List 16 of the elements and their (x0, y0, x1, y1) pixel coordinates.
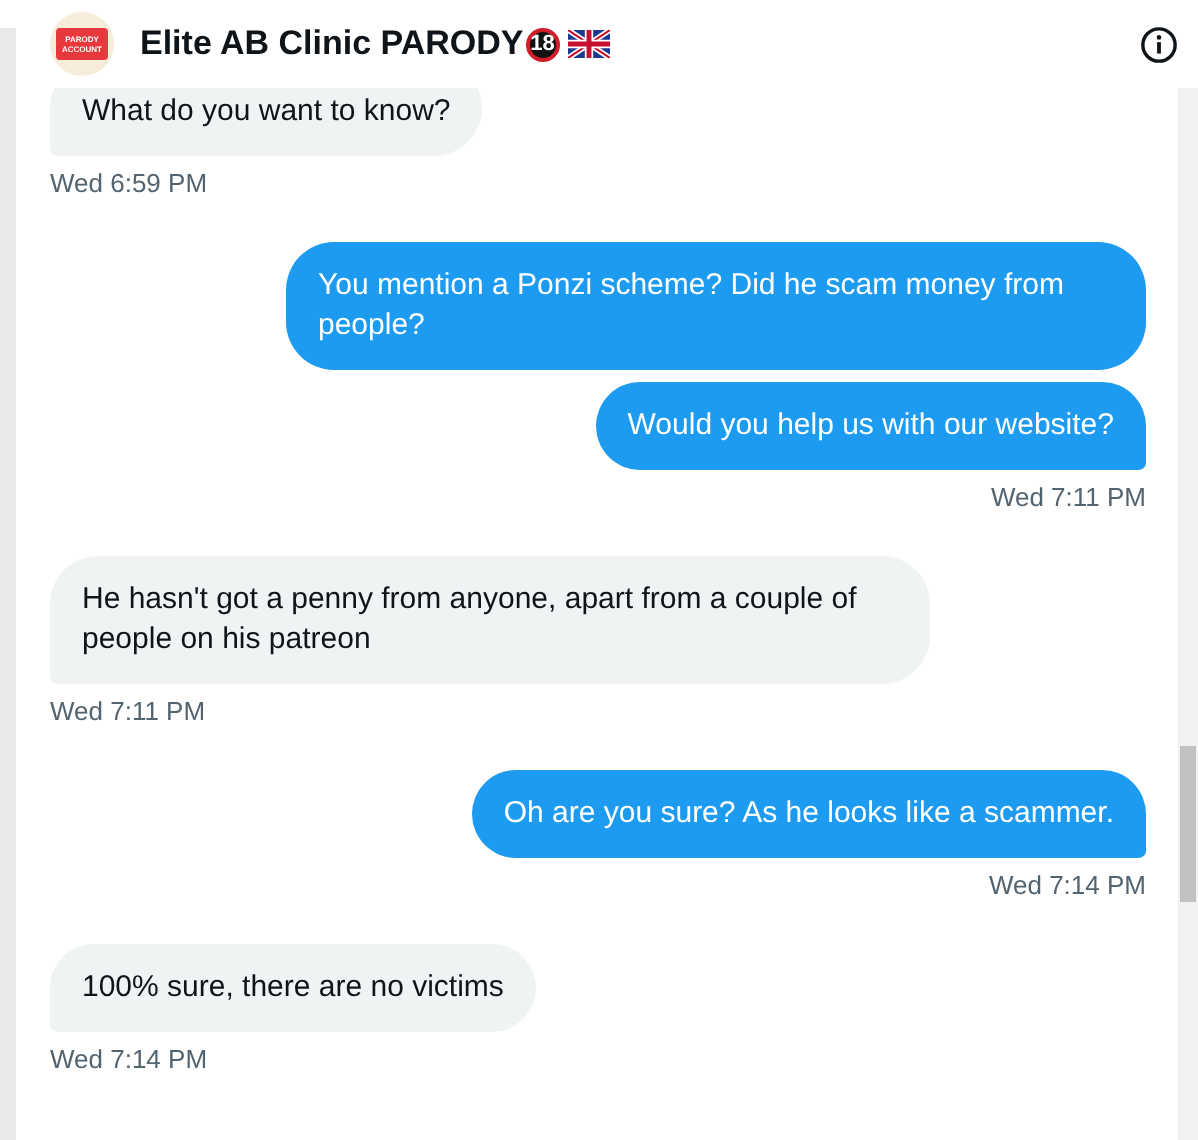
message-bubble: He hasn't got a penny from anyone, apart from a couple of people on his patreon (50, 556, 930, 684)
message-bubble: 100% sure, there are no victims (50, 944, 536, 1032)
message-bubble: Oh are you sure? As he looks like a scammer. (471, 770, 1146, 858)
contact-name: Elite AB Clinic PARODY (140, 24, 524, 64)
message-timestamp: Wed 6:59 PM (50, 168, 208, 198)
message-bubble: Would you help us with our website? (595, 382, 1146, 470)
scrollbar-thumb[interactable] (1180, 746, 1196, 902)
info-icon[interactable] (1140, 25, 1178, 63)
message-bubble: You mention a Ponzi scheme? Did he scam money from people? (286, 242, 1146, 370)
message-timestamp: Wed 7:14 PM (50, 1044, 208, 1074)
message-timestamp: Wed 7:11 PM (50, 696, 206, 726)
message-timestamp: Wed 7:14 PM (988, 870, 1146, 900)
flag-icon (567, 30, 610, 58)
message-timestamp: Wed 7:11 PM (990, 482, 1146, 512)
age-badge: 18 (525, 27, 560, 61)
message-bubble: What do you want to know? (50, 88, 483, 156)
